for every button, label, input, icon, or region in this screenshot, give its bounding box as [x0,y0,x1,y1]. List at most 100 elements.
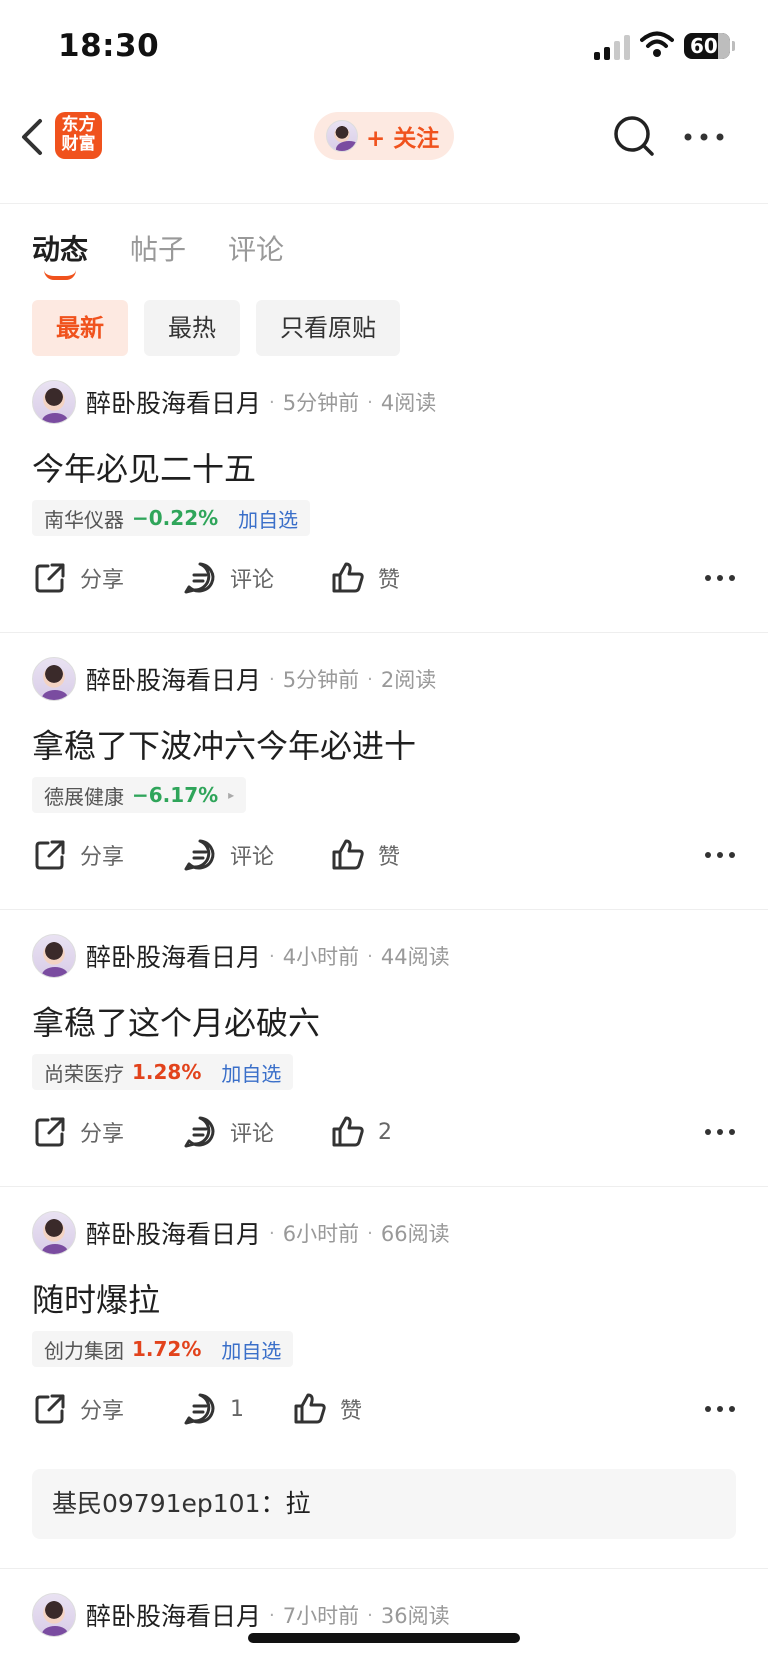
filter-hottest[interactable]: 最热 [144,300,240,356]
avatar[interactable] [32,1593,76,1637]
post-actions: 分享 1 赞 [32,1387,736,1431]
stock-tag[interactable]: 创力集团 1.72% 加自选 [32,1331,294,1367]
stock-name: 创力集团 [44,1338,124,1363]
share-icon [35,1117,65,1147]
like-button[interactable]: 赞 [292,1387,362,1431]
post-time: 5分钟前 [282,391,360,415]
post-time: 5分钟前 [282,668,360,692]
post-title[interactable]: 拿稳了这个月必破六 [32,998,320,1044]
meta-dot: · [269,391,275,413]
expand-arrow-icon[interactable]: ▸ [228,788,234,802]
avatar [326,120,358,152]
like-count: 2 [378,1119,392,1145]
post-item[interactable]: 醉卧股海看日月 · 5分钟前 · 4阅读 今年必见二十五 南华仪器 −0.22%… [0,356,768,633]
meta-dot: · [367,1222,373,1244]
more-icon[interactable] [704,1128,736,1136]
status-time: 18:30 [58,28,160,64]
avatar[interactable] [32,934,76,978]
add-watchlist-button[interactable]: 加自选 [221,1335,281,1364]
like-button[interactable]: 赞 [330,833,400,877]
stock-name: 德展健康 [44,784,124,809]
post-author[interactable]: 醉卧股海看日月 [86,938,261,974]
post-meta: 醉卧股海看日月 · 7小时前 · 36阅读 [32,1593,450,1637]
post-item[interactable]: 醉卧股海看日月 · 5分钟前 · 2阅读 拿稳了下波冲六今年必进十 德展健康 −… [0,633,768,910]
logo-text: 东方 财富 [61,115,96,154]
add-watchlist-button[interactable]: 加自选 [238,504,298,533]
follow-button[interactable]: + 关注 [314,112,454,160]
tab-bar: 动态 帖子 评论 [32,228,284,280]
top-nav: 东方 财富 + 关注 [0,96,768,204]
post-author[interactable]: 醉卧股海看日月 [86,1215,261,1251]
share-button[interactable]: 分享 [32,833,124,877]
post-author[interactable]: 醉卧股海看日月 [86,661,261,697]
tab-active-indicator [44,270,76,280]
more-icon[interactable] [704,851,736,859]
comment-button[interactable]: 1 [182,1387,244,1431]
status-bar: 18:30 60 [0,0,768,96]
post-time: 6小时前 [282,1222,360,1246]
post-time: 4小时前 [282,945,360,969]
post-title[interactable]: 今年必见二十五 [32,444,256,490]
tab-label: 评论 [228,233,285,266]
like-label: 赞 [340,1399,363,1424]
post-reads: 2阅读 [380,668,437,692]
post-actions: 分享 评论 赞 [32,556,736,600]
search-icon[interactable] [612,114,656,158]
comment-button[interactable]: 评论 [182,1110,274,1154]
add-watchlist-button[interactable]: 加自选 [221,1058,281,1087]
filter-chips: 最新 最热 只看原贴 [32,300,400,356]
avatar[interactable] [32,380,76,424]
post-title[interactable]: 拿稳了下波冲六今年必进十 [32,721,416,767]
stock-change: 1.28% [132,1060,202,1084]
like-button[interactable]: 赞 [330,556,400,600]
comment-button[interactable]: 评论 [182,833,274,877]
tab-dynamic[interactable]: 动态 [32,228,88,280]
comment-preview[interactable]: 基民09791ep101：拉 [32,1469,736,1539]
post-item[interactable]: 醉卧股海看日月 · 6小时前 · 66阅读 随时爆拉 创力集团 1.72% 加自… [0,1187,768,1569]
more-icon[interactable] [704,1405,736,1413]
back-icon[interactable] [18,117,48,157]
cellular-signal-icon [594,34,630,60]
share-button[interactable]: 分享 [32,1110,124,1154]
comment-button[interactable]: 评论 [182,556,274,600]
post-meta: 醉卧股海看日月 · 6小时前 · 66阅读 [32,1211,450,1255]
post-title[interactable]: 随时爆拉 [32,1275,160,1321]
stock-tag[interactable]: 德展健康 −6.17% ▸ [32,777,247,813]
post-item[interactable]: 醉卧股海看日月 · 7小时前 · 36阅读 [0,1569,768,1663]
filter-latest[interactable]: 最新 [32,300,128,356]
comment-label: 评论 [230,1122,275,1147]
post-meta: 醉卧股海看日月 · 5分钟前 · 4阅读 [32,380,436,424]
avatar[interactable] [32,657,76,701]
comment-text: 拉 [285,1489,311,1518]
post-author[interactable]: 醉卧股海看日月 [86,1597,261,1633]
comment-label: 评论 [230,845,275,870]
filter-original-only[interactable]: 只看原贴 [256,300,400,356]
stock-tag[interactable]: 南华仪器 −0.22% 加自选 [32,500,311,536]
meta-dot: · [367,668,373,690]
home-indicator[interactable] [248,1633,520,1643]
tab-comments[interactable]: 评论 [228,228,284,268]
avatar[interactable] [32,1211,76,1255]
comment-user[interactable]: 基民09791ep101 [52,1489,261,1518]
share-button[interactable]: 分享 [32,556,124,600]
share-icon [35,840,65,870]
thumbs-up-icon [332,839,364,870]
comment-count: 1 [230,1396,244,1422]
post-item[interactable]: 醉卧股海看日月 · 4小时前 · 44阅读 拿稳了这个月必破六 尚荣医疗 1.2… [0,910,768,1187]
tab-posts[interactable]: 帖子 [130,228,186,268]
post-actions: 分享 评论 赞 [32,833,736,877]
thumbs-up-icon [294,1393,326,1424]
stock-tag[interactable]: 尚荣医疗 1.28% 加自选 [32,1054,294,1090]
like-label: 赞 [378,845,401,870]
post-author[interactable]: 醉卧股海看日月 [86,384,261,420]
more-icon[interactable] [704,574,736,582]
stock-change: −6.17% [132,783,219,807]
share-label: 分享 [80,1122,125,1147]
post-actions: 分享 评论 2 [32,1110,736,1154]
tab-label: 帖子 [130,233,187,266]
thumbs-up-icon [332,1116,364,1147]
more-icon[interactable] [684,133,724,141]
share-button[interactable]: 分享 [32,1387,124,1431]
like-button[interactable]: 2 [330,1110,392,1154]
app-logo[interactable]: 东方 财富 [55,112,102,159]
